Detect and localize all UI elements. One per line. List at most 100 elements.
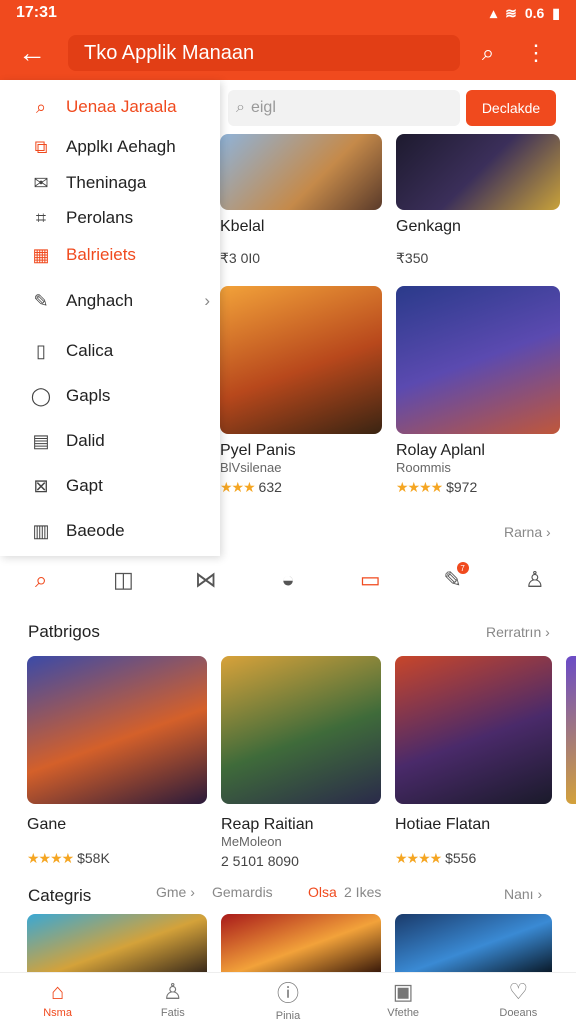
game-card[interactable] (27, 914, 207, 972)
arrow-left-icon: ← (18, 37, 46, 68)
game-price: ₹3 0I0 (220, 250, 261, 266)
section-more-label: Rerratrın (486, 624, 542, 640)
drawer-item-9[interactable]: ⊠ Gapt (30, 471, 210, 501)
game-card[interactable]: Hotiae Flatan ★★★★ $556 (395, 656, 552, 867)
drawer-item-4[interactable]: ▦ Balrieiets (30, 240, 210, 270)
game-thumbnail (220, 134, 382, 210)
section-more-link[interactable]: Rerratrın › (486, 624, 550, 640)
drawer-item-label: Calica (66, 341, 114, 360)
tab-user[interactable]: ♙ (517, 562, 553, 598)
category-filter-label: Gme (156, 884, 187, 900)
tab-bag[interactable]: ◫ (105, 562, 141, 598)
category-filter-active[interactable]: Olsa (308, 884, 337, 906)
game-rating: ★★★ 632 (220, 479, 382, 496)
section-more-link[interactable]: Nanı › (504, 886, 542, 902)
nav-label: Pinia (275, 1009, 301, 1022)
drawer-item-8[interactable]: ▤ Dalid (30, 426, 210, 456)
x-box-icon: ⊠ (33, 475, 49, 496)
game-title: Rolay Aplanl (396, 442, 485, 459)
game-card[interactable]: Pyel Panis BlVsilenae ★★★ 632 (220, 286, 382, 496)
tab-search[interactable]: ⌕ (23, 562, 59, 598)
game-rating-value: $58K (77, 850, 110, 866)
game-card[interactable]: Gane ★★★★ $58K (27, 656, 207, 867)
drawer-item-label: Gapt (66, 476, 103, 495)
star-rating-icon: ★★★★ (395, 850, 442, 866)
wifi-icon: ≋ (505, 4, 517, 21)
game-card[interactable]: Genkagn ₹350 (396, 134, 560, 267)
drawer-item-label: Theninaga (66, 173, 147, 192)
app-bar: ← Tko Applik Manaan ⌕ ⋮ (0, 26, 576, 80)
game-rating: ★★★★ $972 (396, 479, 560, 496)
game-thumbnail (220, 286, 382, 434)
drawer-item-6[interactable]: ▯ Calica (30, 336, 210, 366)
chevron-right-icon: › (204, 291, 210, 310)
game-card[interactable]: Kbelal ₹3 0I0 (220, 134, 382, 267)
tab-edit[interactable]: ✎ 7 (435, 562, 471, 598)
more-menu-button[interactable]: ⋮ (516, 33, 556, 73)
drawer-item-2[interactable]: ✉ Theninaga (30, 168, 210, 198)
game-price: 2 5101 8090 (221, 853, 299, 869)
search-button[interactable]: ⌕ (468, 33, 508, 73)
nav-video[interactable]: ▣ Vfethe (363, 979, 443, 1019)
nav-home[interactable]: ⌂ Nsma (18, 979, 98, 1019)
game-card-partial[interactable] (566, 656, 576, 804)
game-card[interactable]: Reap Raitian MeMoleon 2 5101 8090 (221, 656, 381, 869)
search-submit-button[interactable]: Declakde (466, 90, 556, 126)
nav-label: Fatis (160, 1006, 185, 1019)
back-button[interactable]: ← (10, 31, 54, 75)
apps-icon: ⧉ (34, 136, 48, 157)
barcode-icon: ▥ (32, 520, 50, 541)
category-filter[interactable]: 2 Ikes (344, 884, 381, 906)
game-title: Gane (27, 816, 67, 833)
game-card[interactable] (395, 914, 552, 972)
section-more-label: Nanı (504, 886, 534, 902)
game-subtitle: MeMoleon (221, 834, 282, 849)
drawer-item-10[interactable]: ▥ Baeode (30, 516, 210, 546)
drawer-item-label: Perolans (66, 208, 134, 227)
category-filter[interactable]: Gemardis (212, 884, 273, 906)
search-icon: ⌕ (236, 99, 245, 116)
game-thumbnail (396, 134, 560, 210)
search-icon: ⌕ (481, 40, 495, 65)
nav-favorites[interactable]: ♡ Doeans (478, 979, 558, 1019)
tab-tv[interactable]: ▭ (352, 562, 388, 598)
game-rating: ★★★★ $58K (27, 850, 207, 867)
drawer-item-label: Dalid (66, 431, 105, 450)
category-filter[interactable]: Gme › (156, 884, 195, 906)
drawer-item-0[interactable]: ⌕ Uenaa Jaraala (30, 92, 210, 122)
game-title: Pyel Panis (220, 442, 296, 459)
drawer-item-3[interactable]: ⌗ Perolans (30, 203, 210, 233)
drawer-item-1[interactable]: ⧉ Applkı Aehagh (30, 132, 210, 162)
heart-icon: ♡ (508, 978, 529, 1004)
app-title[interactable]: Tko Applik Manaan (68, 35, 460, 71)
calendar-icon: ▤ (32, 430, 50, 451)
game-card[interactable] (221, 914, 381, 972)
status-right-text: 0.6 (524, 5, 545, 21)
drawer-item-label: Gapls (66, 386, 111, 405)
nav-profile[interactable]: ♙ Fatis (133, 979, 213, 1019)
status-bar: 17:31 ▴ ≋ 0.6 ▮ (0, 0, 576, 26)
nav-info[interactable]: ⓘ Pinia (248, 976, 328, 1022)
game-card[interactable]: Rolay Aplanl Roommis ★★★★ $972 (396, 286, 560, 496)
tab-shield[interactable]: ◒ (270, 562, 306, 598)
drawer-item-label: Balrieiets (66, 245, 136, 264)
more-vert-icon: ⋮ (525, 40, 547, 65)
tab-share[interactable]: ⋈ (188, 562, 224, 598)
game-title: Hotiae Flatan (395, 816, 491, 833)
drawer-item-7[interactable]: ◯ Gapls (30, 381, 210, 411)
category-filter-label: Gemardis (212, 884, 273, 900)
search-input[interactable]: ⌕ eigl (228, 90, 460, 126)
chart-icon: ⌗ (35, 207, 47, 228)
nav-label: Nsma (43, 1006, 72, 1019)
drawer-item-5[interactable]: ✎ Anghach › (30, 286, 210, 316)
bottom-navigation: ⌂ Nsma ♙ Fatis ⓘ Pinia ▣ Vfethe ♡ Doeans (0, 972, 576, 1024)
user-icon: ♙ (162, 978, 183, 1004)
game-thumbnail (221, 914, 381, 972)
more-link[interactable]: Rarna › (504, 524, 551, 540)
info-icon: ⓘ (276, 980, 299, 1006)
more-link-label: Rarna (504, 524, 543, 540)
game-thumbnail (395, 914, 552, 972)
section-title: Categris (28, 886, 92, 905)
shield-icon: ◒ (281, 567, 295, 592)
bag-icon: ◫ (113, 567, 134, 592)
